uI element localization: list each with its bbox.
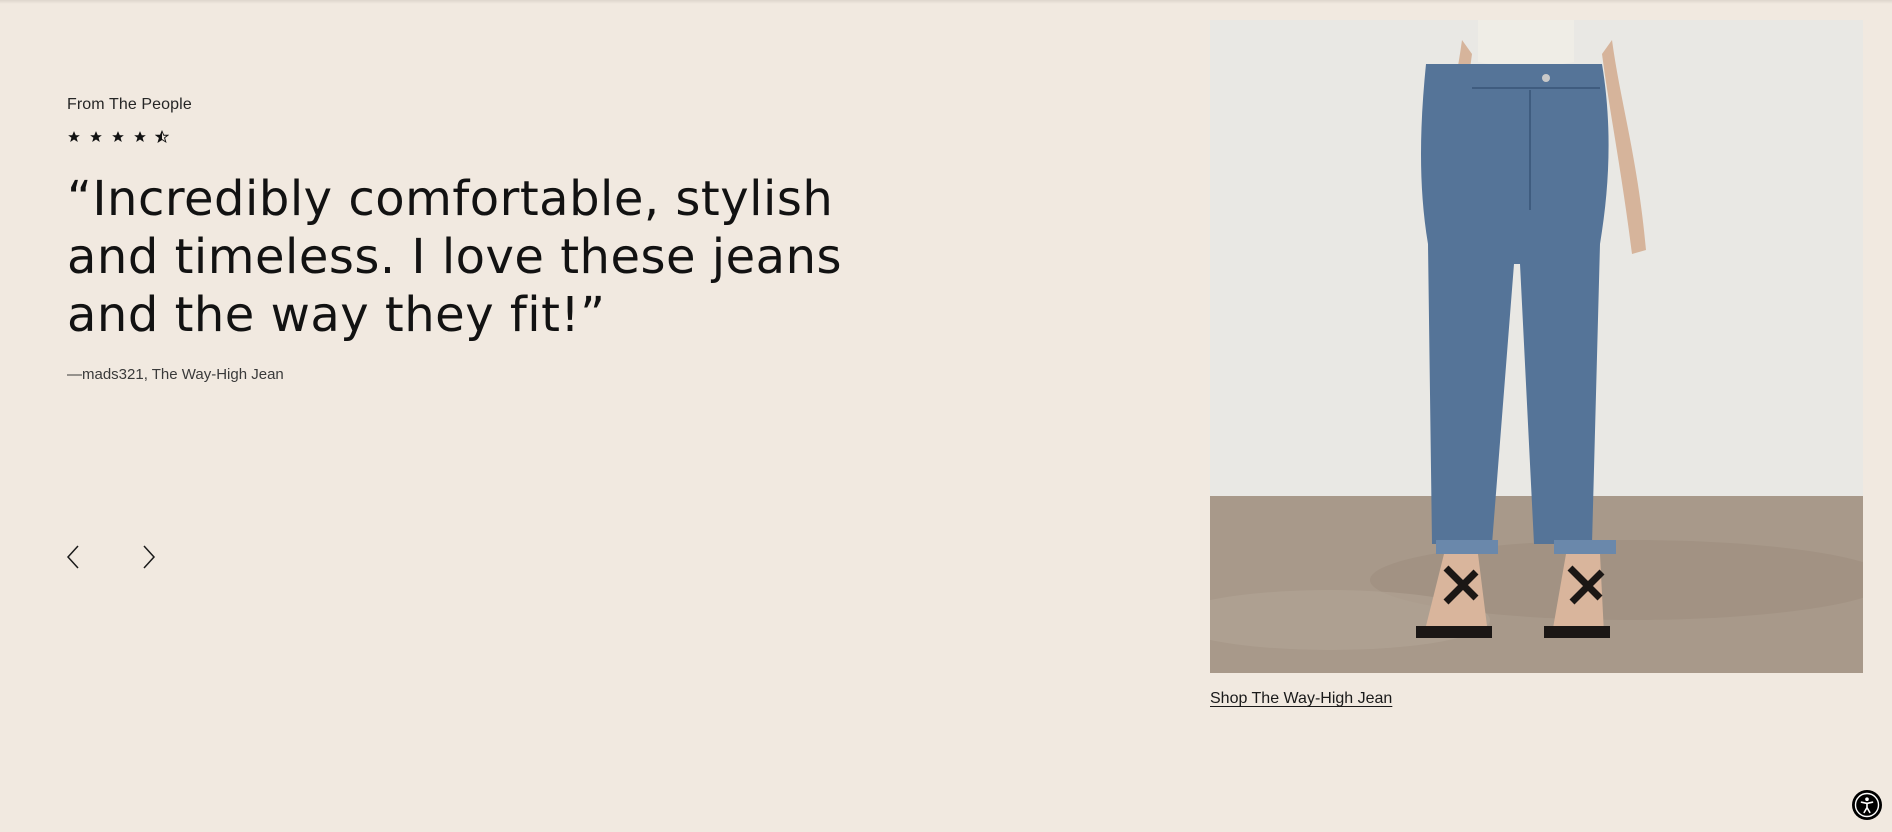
carousel-controls bbox=[64, 543, 158, 571]
star-rating bbox=[67, 130, 967, 144]
review-section: From The People “Incredibly comfortable,… bbox=[67, 96, 967, 383]
review-quote: “Incredibly comfortable, stylish and tim… bbox=[67, 171, 842, 343]
previous-button[interactable] bbox=[64, 543, 84, 571]
star-half-icon bbox=[155, 130, 169, 144]
star-full-icon bbox=[133, 130, 147, 144]
star-full-icon bbox=[89, 130, 103, 144]
chevron-left-icon bbox=[66, 545, 79, 569]
chevron-right-icon bbox=[143, 545, 156, 569]
header-shadow bbox=[0, 0, 1892, 4]
star-full-icon bbox=[67, 130, 81, 144]
accessibility-button[interactable] bbox=[1852, 790, 1882, 820]
next-button[interactable] bbox=[138, 543, 158, 571]
section-eyebrow: From The People bbox=[67, 96, 192, 113]
shop-product-link[interactable]: Shop The Way-High Jean bbox=[1210, 690, 1392, 708]
product-image[interactable] bbox=[1210, 20, 1863, 673]
review-attribution: —mads321, The Way-High Jean bbox=[67, 366, 284, 383]
accessibility-icon bbox=[1854, 792, 1880, 818]
star-full-icon bbox=[111, 130, 125, 144]
jeans-model-illustration bbox=[1210, 20, 1863, 673]
